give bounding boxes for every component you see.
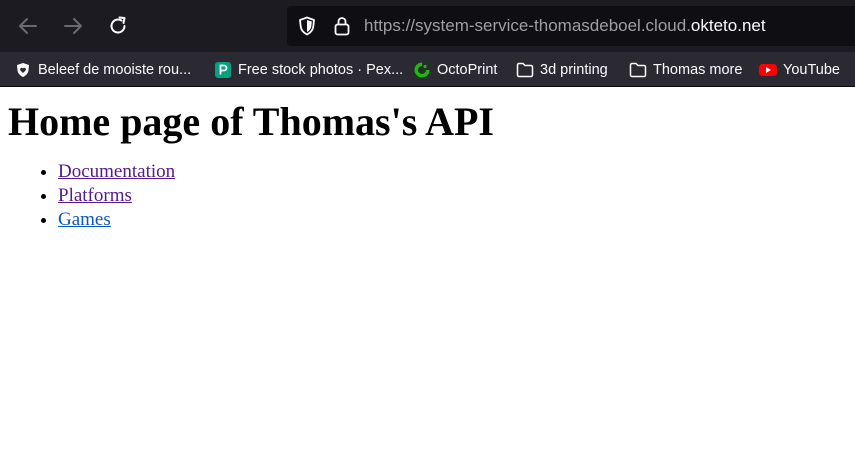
bookmark-youtube[interactable]: YouTube: [759, 60, 840, 80]
folder-icon: [629, 61, 647, 79]
bookmark-thomas-more[interactable]: Thomas more: [629, 60, 742, 80]
platforms-link[interactable]: Platforms: [58, 185, 132, 206]
bookmark-label: 3d printing: [540, 62, 608, 78]
bookmark-beleef[interactable]: Beleef de mooiste rou...: [14, 60, 191, 80]
arrow-left-icon: [19, 18, 37, 34]
shield-heart-icon: [14, 61, 32, 79]
url-domain: okteto.net: [690, 16, 766, 35]
list-item: Documentation: [58, 160, 847, 184]
lock-icon[interactable]: [332, 16, 352, 36]
bookmarks-bar: Beleef de mooiste rou... Free stock phot…: [0, 52, 855, 87]
back-button[interactable]: [15, 13, 41, 39]
page-content: Home page of Thomas's API Documentation …: [0, 87, 855, 232]
address-bar[interactable]: https://system-service-thomasdeboel.clou…: [287, 6, 855, 46]
link-list: Documentation Platforms Games: [8, 160, 847, 232]
bookmark-label: YouTube: [783, 62, 840, 78]
tracking-shield-icon[interactable]: [297, 16, 317, 36]
page-heading: Home page of Thomas's API: [8, 99, 494, 144]
bookmark-label: Free stock photos · Pex...: [238, 62, 404, 78]
octoprint-icon: [413, 61, 431, 79]
bookmark-label: Beleef de mooiste rou...: [38, 62, 192, 78]
browser-toolbar: https://system-service-thomasdeboel.clou…: [0, 0, 855, 52]
bookmark-3d-printing[interactable]: 3d printing: [516, 60, 608, 80]
pexels-icon: [214, 61, 232, 79]
arrow-right-icon: [64, 18, 82, 34]
bookmark-label: Thomas more: [653, 62, 743, 78]
reload-button[interactable]: [105, 13, 131, 39]
bookmark-octoprint[interactable]: OctoPrint: [413, 60, 497, 80]
list-item: Platforms: [58, 184, 847, 208]
bookmark-label: OctoPrint: [437, 62, 498, 78]
bookmark-pexels[interactable]: Free stock photos · Pex...: [214, 60, 403, 80]
url-prefix: https://system-service-thomasdeboel.clou…: [364, 16, 691, 35]
url-text[interactable]: https://system-service-thomasdeboel.clou…: [364, 16, 766, 36]
games-link[interactable]: Games: [58, 209, 111, 230]
forward-button[interactable]: [60, 13, 86, 39]
documentation-link[interactable]: Documentation: [58, 161, 175, 182]
folder-icon: [516, 61, 534, 79]
list-item: Games: [58, 208, 847, 232]
youtube-icon: [759, 61, 777, 79]
reload-icon: [110, 16, 126, 34]
